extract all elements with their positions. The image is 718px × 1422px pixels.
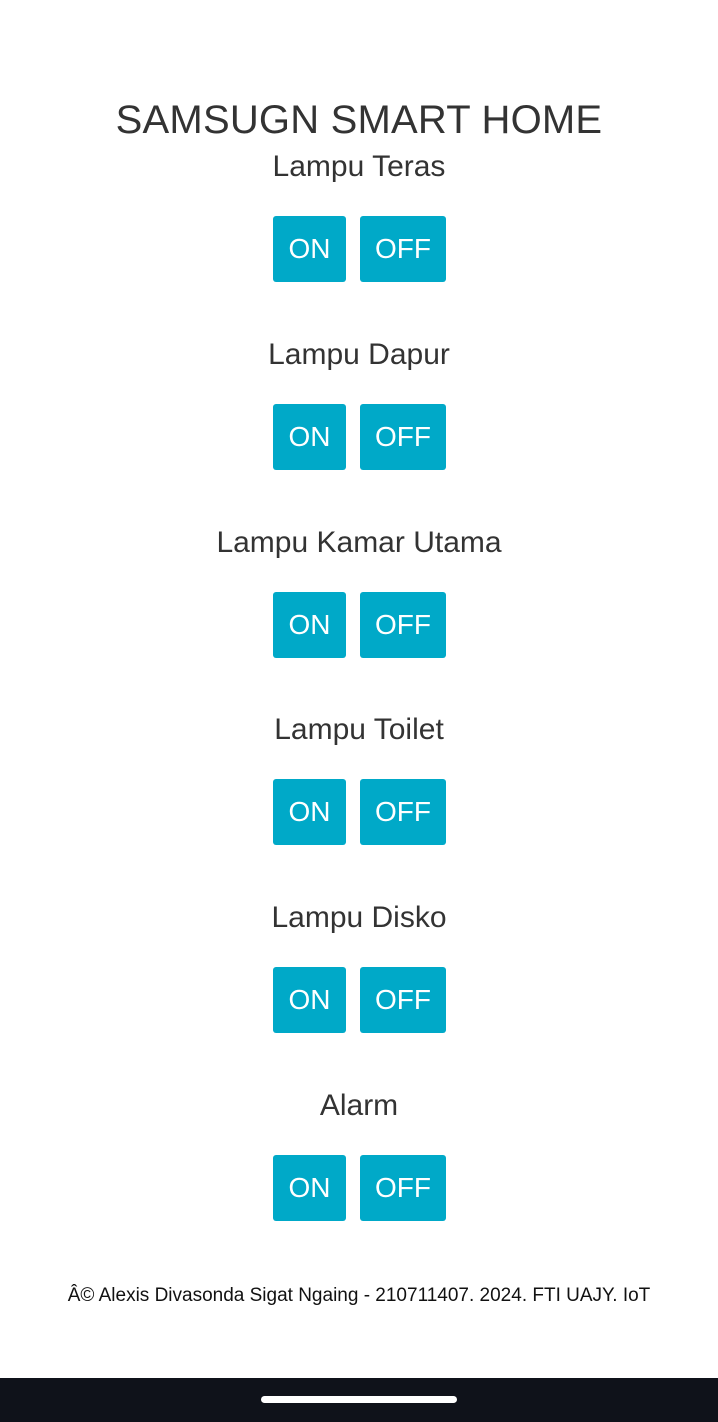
- device-name: Lampu Kamar Utama: [216, 526, 502, 559]
- alarm-off-button[interactable]: OFF: [360, 1155, 446, 1221]
- home-indicator[interactable]: [261, 1396, 457, 1403]
- android-navigation-bar: [0, 1378, 718, 1422]
- device-name: Alarm: [319, 1089, 399, 1122]
- lampu-teras-off-button[interactable]: OFF: [360, 216, 446, 282]
- smart-home-page: SAMSUGN SMART HOME Lampu Teras ON OFF La…: [0, 0, 718, 1378]
- device-card-lampu-toilet: Lampu Toilet ON OFF: [0, 709, 718, 859]
- lampu-kamar-utama-off-button[interactable]: OFF: [360, 592, 446, 658]
- device-card-lampu-dapur: Lampu Dapur ON OFF: [0, 334, 718, 484]
- lampu-toilet-on-button[interactable]: ON: [273, 779, 346, 845]
- lampu-kamar-utama-on-button[interactable]: ON: [273, 592, 346, 658]
- page-title: SAMSUGN SMART HOME: [115, 97, 603, 142]
- lampu-disko-on-button[interactable]: ON: [273, 967, 346, 1033]
- lampu-toilet-off-button[interactable]: OFF: [360, 779, 446, 845]
- device-card-lampu-teras: Lampu Teras ON OFF: [0, 146, 718, 296]
- device-name: Lampu Disko: [271, 901, 447, 934]
- footer-credit: Â© Alexis Divasonda Sigat Ngaing - 21071…: [67, 1285, 651, 1306]
- device-name: Lampu Teras: [272, 150, 446, 183]
- device-name: Lampu Dapur: [268, 338, 450, 371]
- lampu-teras-on-button[interactable]: ON: [273, 216, 346, 282]
- alarm-on-button[interactable]: ON: [273, 1155, 346, 1221]
- lampu-disko-off-button[interactable]: OFF: [360, 967, 446, 1033]
- device-card-lampu-kamar-utama: Lampu Kamar Utama ON OFF: [0, 522, 718, 672]
- device-card-lampu-disko: Lampu Disko ON OFF: [0, 897, 718, 1047]
- device-name: Lampu Toilet: [274, 713, 444, 746]
- device-card-alarm: Alarm ON OFF: [0, 1085, 718, 1235]
- lampu-dapur-off-button[interactable]: OFF: [360, 404, 446, 470]
- lampu-dapur-on-button[interactable]: ON: [273, 404, 346, 470]
